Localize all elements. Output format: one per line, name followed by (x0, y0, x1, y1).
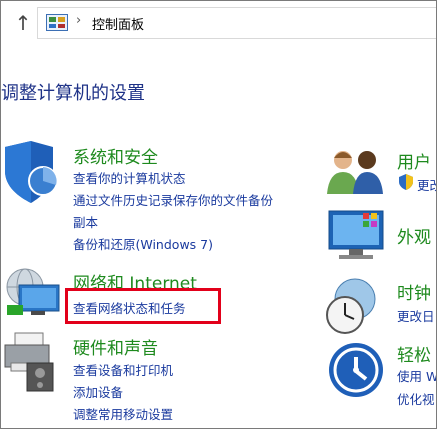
control-panel-icon (46, 14, 68, 31)
link-file-history-backup[interactable]: 通过文件历史记录保存你的文件备份 (73, 190, 273, 209)
address-bar: ↑ › 控制面板 (1, 1, 436, 43)
shield-icon[interactable] (1, 141, 61, 203)
link-optimize-visual-display[interactable]: 优化视 (397, 389, 435, 408)
category-system-security[interactable]: 系统和安全 (73, 143, 158, 168)
page-title: 调整计算机的设置 (1, 83, 145, 104)
link-backup-copy[interactable]: 副本 (73, 212, 98, 231)
link-backup-restore[interactable]: 备份和还原(Windows 7) (73, 234, 213, 253)
category-hardware-sound[interactable]: 硬件和声音 (73, 334, 158, 359)
printer-speaker-icon[interactable] (1, 329, 63, 393)
highlight-box (65, 288, 221, 324)
up-arrow-icon: ↑ (14, 11, 32, 35)
control-panel-window: ↑ › 控制面板 调整计算机的设置 系统和安全 查看你的计算机状态 通过文件历史… (0, 0, 437, 429)
category-user-accounts[interactable]: 用户 (397, 148, 431, 173)
breadcrumb-control-panel[interactable]: 控制面板 (92, 14, 144, 33)
up-button[interactable]: ↑ (11, 11, 35, 35)
link-add-device[interactable]: 添加设备 (73, 382, 123, 401)
category-appearance[interactable]: 外观 (397, 223, 431, 248)
user-accounts-icon[interactable] (325, 146, 387, 194)
category-clock-region[interactable]: 时钟 (397, 279, 431, 304)
breadcrumb-separator: › (76, 13, 82, 28)
uac-shield-icon (399, 174, 413, 190)
network-globe-icon[interactable] (1, 267, 63, 319)
clock-globe-icon[interactable] (321, 277, 383, 335)
address-field[interactable]: › 控制面板 (37, 7, 436, 39)
link-view-computer-status[interactable]: 查看你的计算机状态 (73, 168, 186, 187)
link-mobility-settings[interactable]: 调整常用移动设置 (73, 404, 173, 423)
link-use-windows-suggestions[interactable]: 使用 W (397, 366, 436, 385)
link-change-date-time[interactable]: 更改日 (397, 306, 435, 325)
category-ease-of-access[interactable]: 轻松 (397, 341, 431, 366)
link-change-account-type[interactable]: 更改 (417, 175, 436, 194)
ease-of-access-icon[interactable] (327, 341, 385, 399)
appearance-monitor-icon[interactable] (327, 209, 389, 263)
link-devices-printers[interactable]: 查看设备和打印机 (73, 360, 173, 379)
